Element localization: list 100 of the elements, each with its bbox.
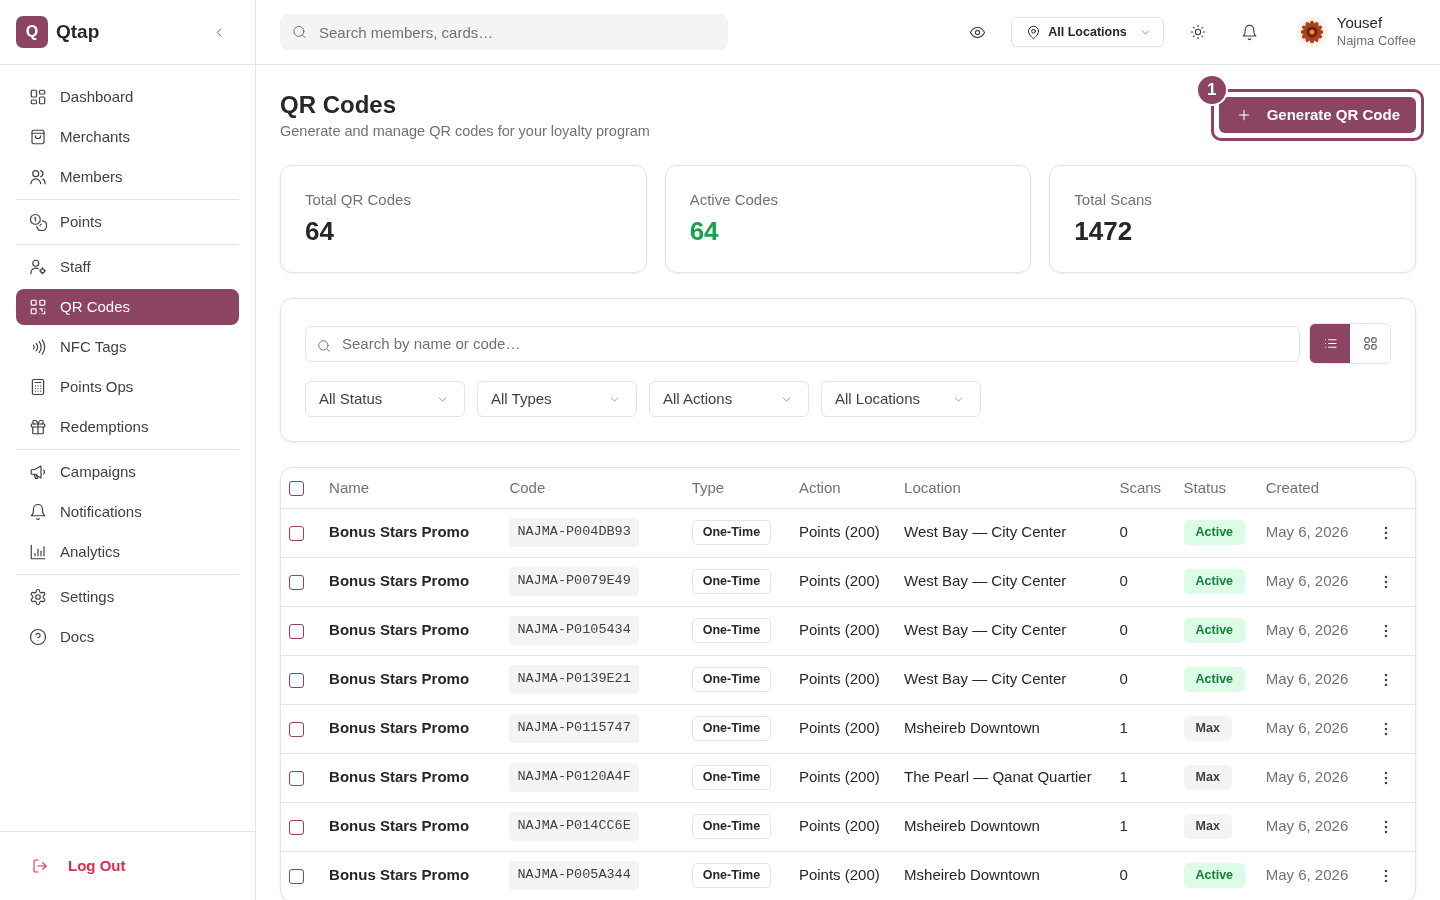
filter-dropdown[interactable]: All Actions xyxy=(649,381,809,417)
checkbox[interactable] xyxy=(289,770,304,786)
nav-item[interactable]: QR Codes xyxy=(16,289,239,325)
column-header[interactable]: Status xyxy=(1175,468,1258,508)
checkbox[interactable] xyxy=(289,819,304,835)
nav-item[interactable]: Settings xyxy=(16,579,239,615)
qr-code-icon xyxy=(29,298,47,316)
nav-item[interactable]: Redemptions xyxy=(16,409,239,445)
user-name: Yousef xyxy=(1336,14,1384,32)
business-name: Najma Coffee xyxy=(1336,32,1416,50)
table-cell: Bonus Stars Promo xyxy=(321,802,502,851)
app-name: Qtap xyxy=(56,19,100,44)
checkbox[interactable] xyxy=(289,574,304,590)
more-icon[interactable] xyxy=(1383,722,1388,737)
search-field[interactable]: Search members, cards… xyxy=(280,14,728,50)
table-cell: May 6, 2026 xyxy=(1257,655,1376,704)
search-icon xyxy=(292,24,307,40)
column-header[interactable]: Action xyxy=(790,468,897,508)
code-tag: NAJMA-P005A344 xyxy=(509,861,639,890)
bell-icon[interactable] xyxy=(1241,23,1259,41)
table-cell: 1 xyxy=(1111,753,1176,802)
table-cell: May 6, 2026 xyxy=(1257,508,1376,557)
checkbox[interactable] xyxy=(289,721,304,737)
logo-tile: Q xyxy=(16,16,48,48)
column-header[interactable]: Location xyxy=(896,468,1112,508)
table-cell: West Bay — City Center xyxy=(896,557,1112,606)
stat-value: 64 xyxy=(305,215,335,248)
checkbox[interactable] xyxy=(289,481,304,497)
checkbox[interactable] xyxy=(289,623,304,639)
flower-avatar-icon[interactable] xyxy=(1296,17,1327,47)
nav-item[interactable]: Members xyxy=(16,159,239,195)
column-header[interactable]: Scans xyxy=(1111,468,1176,508)
location-dropdown[interactable]: All Locations xyxy=(1011,17,1164,47)
table-cell: 0 xyxy=(1111,655,1176,704)
table-cell: 0 xyxy=(1111,557,1176,606)
type-tag: One-Time xyxy=(691,716,772,741)
search-field[interactable]: Search by name or code… xyxy=(305,325,1300,362)
type-tag: One-Time xyxy=(691,765,772,790)
nav-item[interactable]: Points Ops xyxy=(16,369,239,405)
more-icon[interactable] xyxy=(1383,771,1388,786)
settings-icon xyxy=(29,588,47,606)
table-cell: Msheireb Downtown xyxy=(896,704,1112,753)
column-header[interactable]: Created xyxy=(1257,468,1376,508)
column-header[interactable]: Type xyxy=(683,468,791,508)
page-title: QR Codes xyxy=(280,90,397,120)
filter-dropdown[interactable]: All Status xyxy=(305,381,465,417)
code-tag: NAJMA-P004DB93 xyxy=(509,518,639,547)
more-icon[interactable] xyxy=(1383,526,1388,541)
status-badge: Active xyxy=(1183,520,1246,545)
column-header[interactable]: Code xyxy=(501,468,684,508)
more-icon[interactable] xyxy=(1383,624,1388,639)
table-cell: May 6, 2026 xyxy=(1257,802,1376,851)
search-icon xyxy=(317,338,331,353)
table-cell: Points (200) xyxy=(790,802,897,851)
nav-item[interactable]: Points xyxy=(16,204,239,240)
help-icon xyxy=(29,628,47,646)
sun-icon[interactable] xyxy=(1189,24,1206,40)
more-icon[interactable] xyxy=(1383,820,1388,835)
filter-dropdown[interactable]: All Locations xyxy=(821,381,981,417)
column-header[interactable]: Name xyxy=(321,468,502,508)
status-badge: Active xyxy=(1183,863,1246,888)
nav-item[interactable]: NFC Tags xyxy=(16,329,239,365)
table-cell: Points (200) xyxy=(790,704,897,753)
nav-item[interactable]: Dashboard xyxy=(16,79,239,115)
log-out-icon xyxy=(32,858,48,874)
checkbox[interactable] xyxy=(289,868,304,884)
table-cell: Bonus Stars Promo xyxy=(321,851,502,900)
user-gear-icon xyxy=(29,258,47,276)
nav-item[interactable]: Merchants xyxy=(16,119,239,155)
nav-item[interactable]: Notifications xyxy=(16,494,239,530)
map-pin-icon xyxy=(1026,24,1042,40)
status-badge: Max xyxy=(1183,716,1232,741)
table-cell: West Bay — City Center xyxy=(896,655,1112,704)
type-tag: One-Time xyxy=(691,863,772,888)
bar-chart-icon xyxy=(29,543,47,561)
table-cell: Bonus Stars Promo xyxy=(321,753,502,802)
shopping-bag-icon xyxy=(29,128,47,146)
nav-item[interactable]: Staff xyxy=(16,249,239,285)
more-icon[interactable] xyxy=(1383,575,1388,590)
bell-icon xyxy=(29,503,47,521)
checkbox[interactable] xyxy=(289,525,304,541)
more-icon[interactable] xyxy=(1383,869,1388,884)
list-view-button[interactable] xyxy=(1310,324,1350,363)
nav-item[interactable]: Docs xyxy=(16,619,239,655)
checkbox[interactable] xyxy=(289,672,304,688)
code-tag: NAJMA-P0105434 xyxy=(509,616,639,645)
more-icon[interactable] xyxy=(1383,673,1388,688)
filter-dropdown[interactable]: All Types xyxy=(477,381,637,417)
code-tag: NAJMA-P0079E49 xyxy=(509,567,639,596)
logout-button[interactable]: Log Out xyxy=(16,848,142,884)
table-cell: May 6, 2026 xyxy=(1257,704,1376,753)
code-tag: NAJMA-P0115747 xyxy=(509,714,639,743)
stat-label: Total Scans xyxy=(1074,190,1153,210)
nav-item[interactable]: Analytics xyxy=(16,534,239,570)
table-cell: Bonus Stars Promo xyxy=(321,704,502,753)
nav-item[interactable]: Campaigns xyxy=(16,454,239,490)
stat-value: 1472 xyxy=(1074,215,1134,248)
coins-icon xyxy=(29,213,47,231)
table-cell: Points (200) xyxy=(790,508,897,557)
generate-qr-code-button[interactable]: Generate QR Code xyxy=(1218,97,1416,133)
